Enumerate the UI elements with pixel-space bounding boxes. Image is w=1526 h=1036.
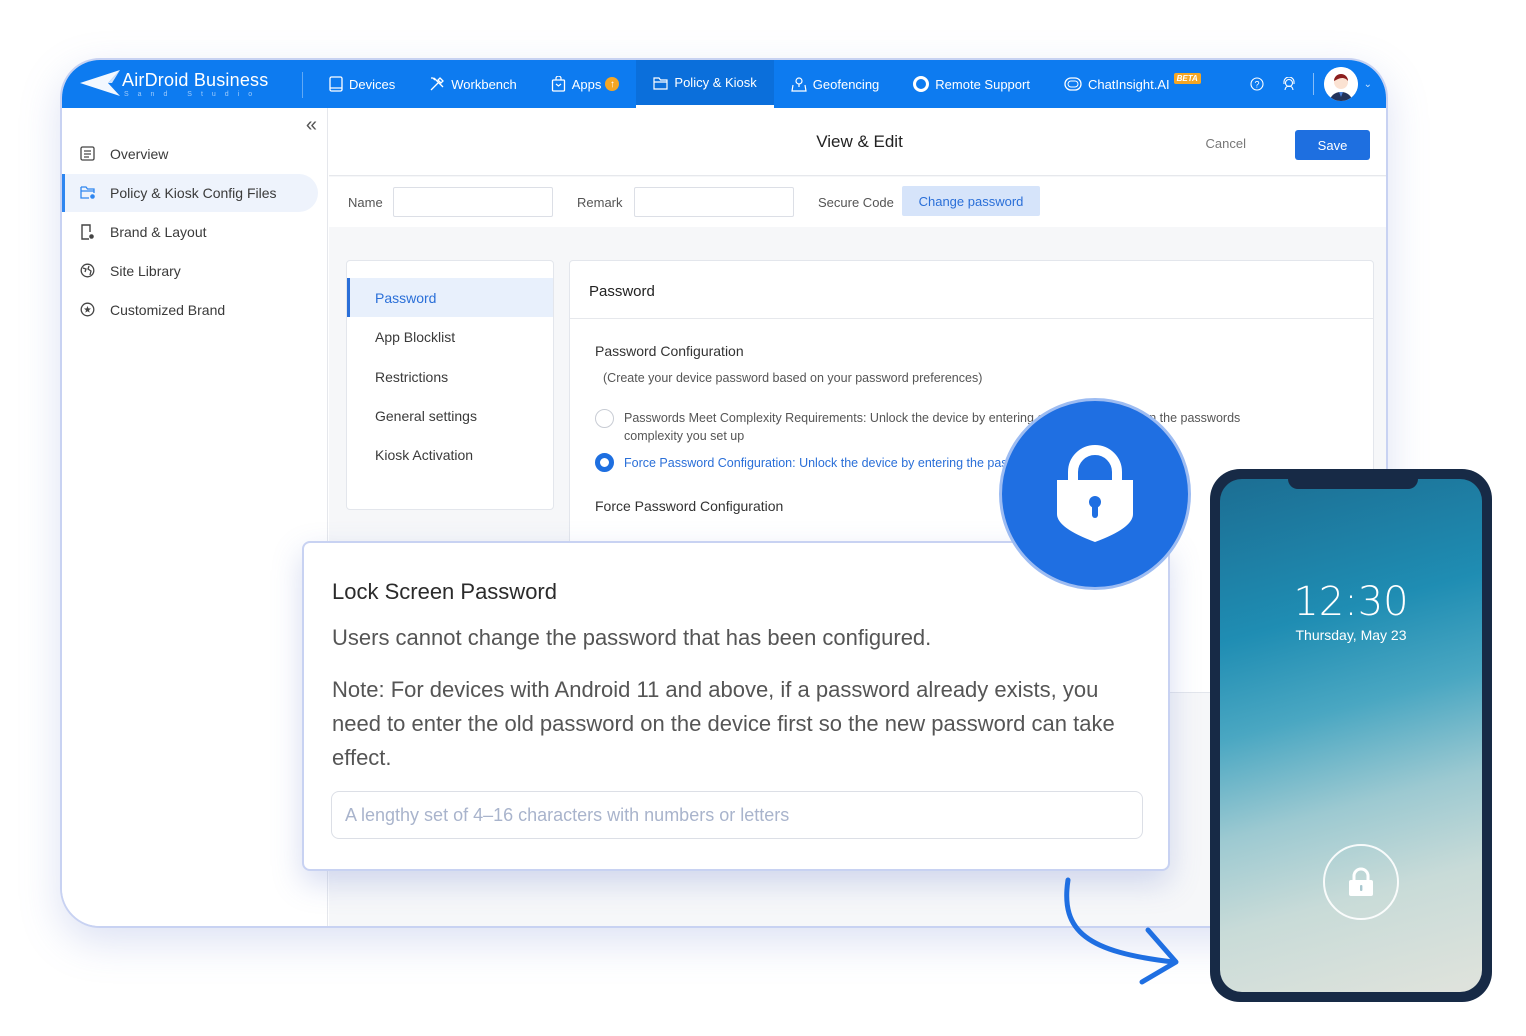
nav-remote-support[interactable]: Remote Support [896, 60, 1047, 108]
phone-mockup: 12:30 Thursday, May 23 [1210, 469, 1492, 1002]
radio-force-password-label[interactable]: Force Password Configuration: Unlock the… [624, 454, 1324, 472]
tab-general-settings[interactable]: General settings [347, 396, 553, 435]
nav-label: Geofencing [812, 76, 880, 92]
sidebar-item-label: Overview [110, 146, 169, 162]
nav-workbench[interactable]: Workbench [412, 60, 534, 108]
globe-icon [80, 263, 96, 279]
nav-chatinsight[interactable]: ChatInsight.AI BETA [1047, 60, 1218, 108]
nav-geofencing[interactable]: Geofencing [774, 60, 897, 108]
sidebar-item-label: Brand & Layout [110, 224, 207, 240]
lock-password-input[interactable] [331, 791, 1143, 839]
name-label: Name [348, 195, 383, 210]
svg-text:?: ? [1254, 80, 1259, 90]
secure-code-label: Secure Code [818, 195, 894, 210]
curved-arrow-icon [1064, 877, 1179, 985]
panel-title: Password [589, 283, 655, 300]
option-text: Passwords Meet Complexity Requirements: … [624, 411, 1241, 425]
collapse-sidebar-icon[interactable]: « [306, 114, 317, 137]
document-icon [80, 146, 96, 162]
bag-icon [551, 76, 566, 92]
force-config-title: Force Password Configuration [595, 498, 784, 514]
shield-lock-badge [999, 398, 1191, 590]
beta-tag: BETA [1173, 72, 1201, 84]
sidebar-item-site-library[interactable]: Site Library [62, 252, 318, 290]
tab-kiosk-activation[interactable]: Kiosk Activation [347, 435, 553, 474]
lock-screen-time: 12:30 [1293, 579, 1409, 625]
dialog-note: Note: For devices with Android 11 and ab… [332, 677, 1115, 770]
config-title: Password Configuration [595, 343, 744, 359]
nav-apps[interactable]: Apps ↑ [534, 60, 637, 108]
sidebar-item-label: Customized Brand [110, 302, 226, 318]
nav-label: Remote Support [935, 76, 1030, 92]
top-navbar: AirDroid Business Sand Studio Devices Wo… [62, 60, 1386, 108]
lock-screen-date: Thursday, May 23 [1295, 627, 1407, 643]
page-header: View & Edit Cancel Save [329, 108, 1386, 176]
settings-tabs: Password App Blocklist Restrictions Gene… [346, 260, 554, 510]
folder-gear-icon [80, 185, 96, 201]
remark-input[interactable] [634, 187, 794, 217]
sidebar-item-customized-brand[interactable]: Customized Brand [62, 291, 318, 329]
sidebar-item-config-files[interactable]: Policy & Kiosk Config Files [62, 174, 318, 212]
brand-subtitle: Sand Studio [124, 91, 262, 98]
nav-policy-kiosk[interactable]: Policy & Kiosk [636, 60, 774, 108]
nav-label: ChatInsight.AI [1087, 76, 1170, 92]
padlock-icon [1349, 867, 1373, 896]
sidebar-item-label: Policy & Kiosk Config Files [110, 185, 277, 201]
sidebar-item-overview[interactable]: Overview [62, 135, 318, 173]
lock-screen: 12:30 Thursday, May 23 [1220, 479, 1482, 992]
user-avatar[interactable] [1323, 67, 1358, 101]
device-gear-icon [80, 224, 96, 240]
tab-restrictions[interactable]: Restrictions [347, 357, 553, 396]
shield-lock-icon [1057, 445, 1133, 542]
config-subtitle: (Create your device password based on yo… [603, 371, 983, 385]
radio-complexity-label[interactable]: Passwords Meet Complexity Requirements: … [624, 409, 1324, 445]
lock-screen-password-dialog: Lock Screen Password Users cannot change… [302, 541, 1170, 871]
phone-notch [1288, 479, 1418, 489]
airdroid-logo[interactable]: AirDroid Business Sand Studio [80, 66, 280, 102]
sidebar-item-brand-layout[interactable]: Brand & Layout [62, 213, 318, 251]
dialog-description: Users cannot change the password that ha… [332, 625, 932, 650]
main-nav: Devices Workbench Apps ↑ Policy & Kiosk [312, 60, 1218, 108]
nav-label: Apps [571, 76, 602, 92]
name-input[interactable] [393, 187, 553, 217]
support-agent-icon[interactable] [1281, 76, 1297, 92]
star-circle-icon [80, 302, 96, 318]
paper-plane-icon [80, 70, 120, 96]
tab-password[interactable]: Password [347, 278, 553, 317]
radio-force-password[interactable] [595, 453, 614, 472]
divider [1312, 73, 1314, 95]
unlock-button[interactable] [1323, 844, 1399, 920]
tools-icon [429, 76, 445, 92]
brand-name: AirDroid Business [122, 70, 269, 90]
nav-label: Workbench [451, 76, 517, 92]
sidebar-item-label: Site Library [110, 263, 181, 279]
option-text: complexity you set up [624, 429, 745, 443]
nav-label: Policy & Kiosk [674, 75, 757, 90]
chevron-down-icon[interactable]: ⌄ [1364, 79, 1372, 90]
sidebar: « Overview Policy & Kiosk Config Files B… [62, 108, 328, 926]
remark-label: Remark [577, 195, 623, 210]
dialog-title: Lock Screen Password [332, 579, 557, 604]
tablet-icon [329, 76, 343, 92]
update-badge-icon: ↑ [605, 77, 620, 91]
cancel-button[interactable]: Cancel [1206, 136, 1246, 151]
tab-app-blocklist[interactable]: App Blocklist [347, 317, 553, 356]
config-form-row: Name Remark Secure Code Change password [329, 177, 1386, 227]
panel-header: Password [570, 261, 1373, 319]
lifebuoy-icon [913, 76, 930, 92]
help-icon[interactable]: ? [1249, 76, 1265, 92]
change-password-button[interactable]: Change password [902, 186, 1040, 216]
nav-label: Devices [349, 76, 396, 92]
radio-complexity[interactable] [595, 409, 614, 428]
map-pin-icon [791, 76, 807, 92]
save-button[interactable]: Save [1295, 130, 1370, 160]
divider [302, 72, 303, 98]
chat-bot-icon [1064, 77, 1082, 91]
topbar-actions: ? ⌄ [1241, 60, 1372, 108]
folder-icon [653, 76, 669, 90]
nav-devices[interactable]: Devices [312, 60, 412, 108]
